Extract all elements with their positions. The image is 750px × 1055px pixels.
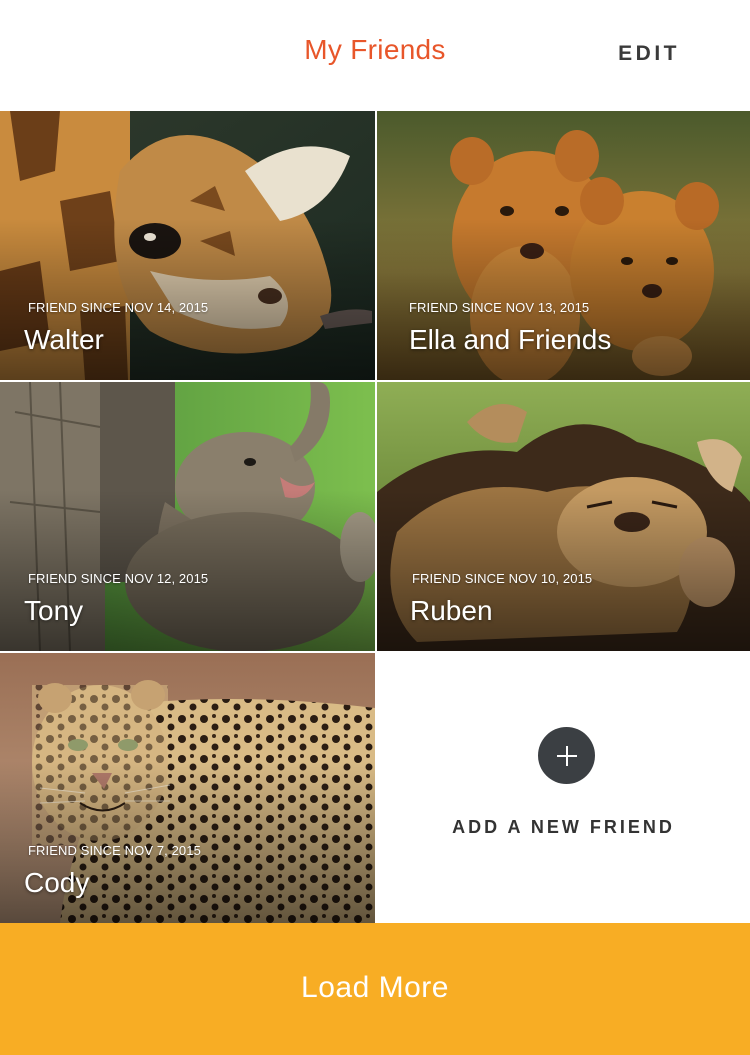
friend-since-date: FRIEND SINCE NOV 14, 2015 [28,300,209,315]
add-new-friend-label: ADD A NEW FRIEND [452,817,675,837]
friend-since-date: FRIEND SINCE NOV 12, 2015 [28,571,209,586]
friend-name: Cody [24,867,90,898]
friend-card-ella-and-friends[interactable]: FRIEND SINCE NOV 13, 2015 Ella and Frien… [377,111,750,380]
edit-button[interactable]: EDIT [618,42,680,66]
friend-name: Walter [24,324,104,355]
friend-card-cody[interactable]: FRIEND SINCE NOV 7, 2015 Cody [0,653,375,923]
friend-since-date: FRIEND SINCE NOV 7, 2015 [28,843,201,858]
friend-card-ruben[interactable]: FRIEND SINCE NOV 10, 2015 Ruben [377,382,750,651]
friend-since-date: FRIEND SINCE NOV 13, 2015 [409,300,590,315]
plus-icon[interactable] [538,727,595,784]
friend-name: Ruben [410,595,493,626]
load-more-button[interactable]: Load More [0,923,750,1055]
friend-card-tony[interactable]: FRIEND SINCE NOV 12, 2015 Tony [0,382,375,651]
top-bar: My Friends EDIT [0,0,750,111]
friends-grid: FRIEND SINCE NOV 14, 2015 Walter FRIEND … [0,111,750,923]
friend-since-date: FRIEND SINCE NOV 10, 2015 [412,571,593,586]
add-new-friend-tile[interactable]: ADD A NEW FRIEND [377,653,750,923]
friend-card-walter[interactable]: FRIEND SINCE NOV 14, 2015 Walter [0,111,375,380]
friend-name: Ella and Friends [409,324,612,355]
friend-name: Tony [24,595,84,626]
